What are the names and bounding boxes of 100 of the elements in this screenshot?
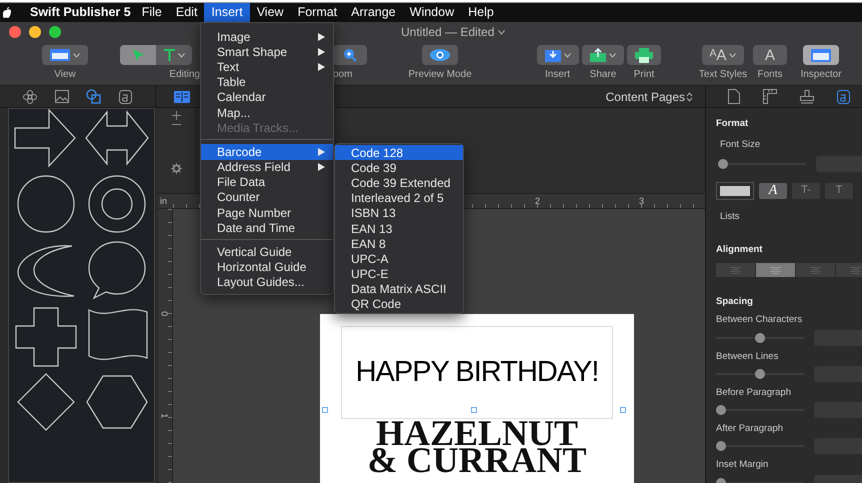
minimize-button[interactable] <box>29 26 41 38</box>
panel-icon <box>811 48 831 62</box>
menu-entry[interactable]: Smart Shape <box>201 44 333 60</box>
menu-entry[interactable]: Page Number <box>201 205 333 220</box>
book-icon <box>174 90 190 102</box>
menu-item[interactable]: Help <box>461 3 501 22</box>
menu-entry[interactable]: UPC-E <box>335 266 463 282</box>
menu-item[interactable]: Arrange <box>344 3 403 22</box>
library-tab[interactable] <box>119 90 132 104</box>
slider-thumb[interactable] <box>718 158 728 168</box>
slider[interactable] <box>716 368 804 379</box>
menu-item[interactable]: Insert <box>204 3 250 22</box>
close-button[interactable] <box>9 26 21 38</box>
menu-entry[interactable]: Vertical Guide <box>201 244 333 260</box>
slider[interactable] <box>716 441 804 452</box>
inspector-tab[interactable] <box>837 90 850 104</box>
cursor-icon <box>132 48 144 62</box>
toolbar-button[interactable]: ᴬA <box>702 45 744 65</box>
section-title: Alignment <box>716 242 764 257</box>
menu-entry[interactable]: Date and Time <box>201 220 333 236</box>
field-label: Lists <box>720 210 741 224</box>
menu-entry[interactable]: Interleaved 2 of 5 <box>335 190 463 206</box>
text-frame-icon <box>837 90 850 104</box>
inspector-tab[interactable] <box>800 90 814 104</box>
text-tool-button[interactable] <box>156 45 192 65</box>
remove-icon[interactable] <box>172 123 181 126</box>
menu-item[interactable]: Format <box>290 3 344 22</box>
window-title[interactable]: Untitled — Edited <box>401 23 494 41</box>
apple-icon[interactable] <box>3 7 11 18</box>
toolbar-label: Insert <box>544 70 570 80</box>
menu-entry[interactable]: Layout Guides... <box>201 274 333 290</box>
stamp-icon <box>800 90 814 104</box>
inspector-tab[interactable] <box>728 89 740 104</box>
selection-handle[interactable] <box>620 407 626 413</box>
zoom-button[interactable] <box>49 26 61 38</box>
toolbar-button[interactable] <box>42 45 88 65</box>
slider-thumb[interactable] <box>716 405 726 415</box>
subtitle-text: & CURRANT <box>368 447 586 473</box>
toolbar-label: Preview Mode <box>408 70 472 80</box>
toolbar-button[interactable] <box>627 45 661 65</box>
menu-entry[interactable]: EAN 13 <box>335 220 463 236</box>
page-selector[interactable]: Content Pages <box>606 88 693 106</box>
text-frame-icon <box>119 90 132 104</box>
menu-entry[interactable]: Data Matrix ASCII <box>335 282 463 297</box>
menu-entry[interactable]: Barcode <box>201 144 333 160</box>
menu-entry[interactable]: Counter <box>201 190 333 206</box>
inspector-tab[interactable] <box>762 89 777 104</box>
ruler-label: 0 <box>158 311 170 316</box>
menu-entry[interactable]: QR Code <box>335 296 463 312</box>
page-view-button[interactable] <box>174 90 190 102</box>
selection-handle[interactable] <box>322 407 328 413</box>
menu-item[interactable]: Edit <box>168 3 204 22</box>
menu-entry[interactable]: Code 39 Extended <box>335 175 463 191</box>
menu-entry[interactable]: Horizontal Guide <box>201 260 333 275</box>
menu-entry[interactable]: Image <box>201 29 333 44</box>
selection-handle[interactable] <box>471 407 477 413</box>
slider-thumb[interactable] <box>755 332 765 342</box>
menu-entry[interactable]: Calendar <box>201 90 333 105</box>
field-label: After Paragraph <box>716 422 784 436</box>
toolbar-button[interactable] <box>803 45 839 65</box>
toolbar-button[interactable] <box>536 45 578 65</box>
menu-entry[interactable]: File Data <box>201 174 333 190</box>
toolbar-button[interactable] <box>582 45 624 65</box>
color-well[interactable] <box>716 182 754 200</box>
slider[interactable] <box>716 332 804 342</box>
slider-thumb[interactable] <box>755 368 765 379</box>
toolbar-button[interactable] <box>422 45 458 65</box>
style-button[interactable]: A <box>759 182 787 198</box>
toolbar-label: Fonts <box>757 70 782 80</box>
menu-entry[interactable]: ISBN 13 <box>335 206 463 221</box>
chevron-down-icon <box>609 52 616 58</box>
library-tab[interactable] <box>86 89 102 104</box>
library-tab[interactable] <box>54 90 69 103</box>
slider[interactable] <box>718 158 806 168</box>
add-icon[interactable] <box>172 111 181 120</box>
share-box-icon <box>590 48 606 62</box>
menu-entry[interactable]: Code 39 <box>335 160 463 176</box>
ruler-unit: in <box>159 195 168 208</box>
menu-entry[interactable]: Text <box>201 59 333 75</box>
toolbar-label: Share <box>590 70 616 80</box>
menu-entry[interactable]: EAN 8 <box>335 236 463 252</box>
menu-item[interactable]: View <box>250 3 291 22</box>
menu-entry[interactable]: UPC-A <box>335 251 463 266</box>
app-name[interactable]: Swift Publisher 5 <box>30 3 131 22</box>
field-label: Between Lines <box>716 350 780 364</box>
field-label: Inset Margin <box>716 458 770 472</box>
slider[interactable] <box>716 405 804 415</box>
gear-icon[interactable] <box>171 163 182 174</box>
headline-text: HAPPY BIRTHDAY! <box>356 358 598 387</box>
toolbar-label: Editing <box>169 70 200 80</box>
ruler-icon <box>762 89 777 104</box>
menu-item[interactable]: Window <box>402 3 462 22</box>
menu-entry[interactable]: Map... <box>201 104 333 120</box>
menu-entry[interactable]: Address Field <box>201 160 333 175</box>
toolbar-button[interactable]: A <box>753 45 787 65</box>
menu-entry[interactable]: Code 128 <box>335 145 463 160</box>
menu-item[interactable]: File <box>134 3 169 22</box>
library-tab[interactable] <box>22 90 37 104</box>
menu-entry[interactable]: Table <box>201 74 333 90</box>
slider-thumb[interactable] <box>716 441 726 452</box>
